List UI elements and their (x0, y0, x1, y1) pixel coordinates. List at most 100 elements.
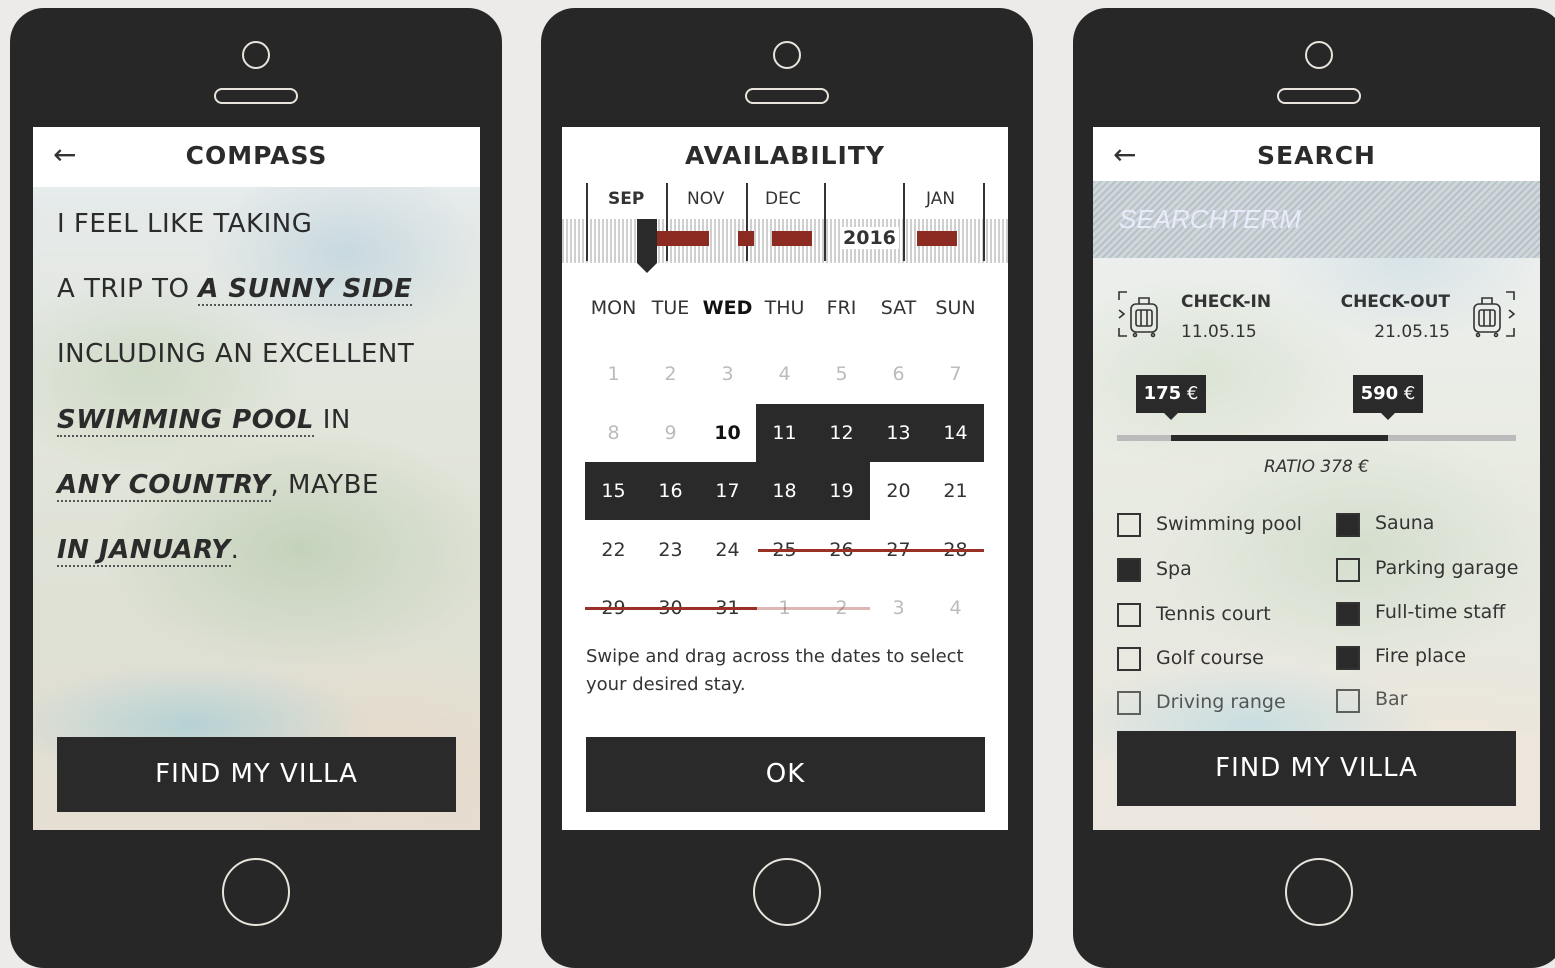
calendar-day: 5 (835, 363, 848, 385)
price-range-fill[interactable] (1171, 435, 1388, 441)
compass-line-6: IN JANUARY. (57, 535, 240, 567)
calendar-day: 3 (892, 597, 905, 619)
checkbox-label: Fire place (1375, 645, 1467, 667)
search-input[interactable] (1117, 203, 1461, 236)
checkbox-tennis-court[interactable] (1117, 603, 1141, 627)
calendar-day-selected[interactable]: 14 (927, 404, 984, 462)
weekday-label: SAT (880, 297, 917, 319)
checkbox-bar[interactable] (1336, 689, 1360, 713)
destination-selector[interactable]: A SUNNY SIDE (198, 274, 413, 306)
camera-icon (242, 41, 270, 69)
availability-bar (917, 231, 957, 246)
calendar-day-selected[interactable]: 15 (585, 462, 642, 520)
calendar-day: 2 (664, 363, 677, 385)
weekday-label: TUE (651, 297, 690, 319)
camera-icon (1305, 41, 1333, 69)
calendar-day[interactable]: 20 (870, 462, 927, 520)
page-title: AVAILABILITY (685, 141, 885, 170)
checkbox-label: Sauna (1375, 512, 1435, 534)
price-ratio: RATIO 378 € (1263, 457, 1370, 477)
checkbox-golf-course[interactable] (1117, 647, 1141, 671)
weekday-label: WED (702, 297, 753, 319)
calendar-day-selected[interactable]: 13 (870, 404, 927, 462)
checkbox-parking-garage[interactable] (1336, 558, 1360, 582)
calendar-day[interactable]: 22 (585, 521, 642, 579)
month-label[interactable]: JAN (926, 189, 955, 209)
calendar-day-selected[interactable]: 17 (699, 462, 756, 520)
find-my-villa-button[interactable]: FIND MY VILLA (1117, 731, 1516, 806)
month-label[interactable]: NOV (687, 189, 724, 209)
weekday-label: MON (590, 297, 637, 319)
home-button[interactable] (1285, 858, 1353, 926)
month-label[interactable]: SEP (608, 189, 644, 209)
search-bar (1093, 181, 1540, 258)
page-title: COMPASS (185, 141, 328, 170)
year-label: 2016 (840, 227, 899, 249)
checkbox-label: Spa (1156, 558, 1192, 580)
calendar-day: 6 (892, 363, 905, 385)
compass-line-3: INCLUDING AN EXCELLENT (57, 339, 415, 369)
country-selector[interactable]: ANY COUNTRY (57, 470, 271, 502)
checkin-label: CHECK-IN (1181, 292, 1272, 312)
amenity-selector[interactable]: SWIMMING POOL (57, 405, 314, 437)
checkout-label: CHECK-OUT (1340, 292, 1450, 312)
checkbox-label: Parking garage (1375, 557, 1519, 579)
ok-button[interactable]: OK (586, 737, 985, 812)
calendar-day[interactable]: 24 (699, 521, 756, 579)
checkbox-swimming-pool[interactable] (1117, 513, 1141, 537)
month-label[interactable]: DEC (765, 189, 801, 209)
page-title: SEARCH (1257, 141, 1376, 170)
weekday-label: SUN (935, 297, 976, 319)
checkbox-sauna[interactable] (1336, 513, 1360, 537)
calendar-day-selected[interactable]: 11 (756, 404, 813, 462)
compass-line-5: ANY COUNTRY, MAYBE (57, 470, 379, 502)
calendar-day: 9 (664, 422, 677, 444)
unavailable-strike (757, 607, 870, 610)
checkin-date[interactable]: 11.05.15 (1181, 322, 1257, 342)
phone-availability: AVAILABILITY SEP NOV DEC 2016 JAN MON TU… (541, 8, 1033, 968)
calendar-day: 8 (607, 422, 620, 444)
calendar-day-selected[interactable]: 19 (813, 462, 870, 520)
calendar-day-selected[interactable]: 18 (756, 462, 813, 520)
calendar-day-today[interactable]: 10 (699, 404, 756, 462)
availability-bar (657, 231, 709, 246)
checkbox-label: Golf course (1156, 647, 1264, 669)
unavailable-strike (758, 549, 984, 552)
luggage-checkout-icon[interactable] (1468, 290, 1516, 338)
speaker-icon (1277, 88, 1361, 104)
home-button[interactable] (222, 858, 290, 926)
weekday-label: THU (764, 297, 805, 319)
checkbox-label: Swimming pool (1156, 513, 1302, 535)
find-my-villa-button[interactable]: FIND MY VILLA (57, 737, 456, 812)
calendar-day-selected[interactable]: 16 (642, 462, 699, 520)
checkbox-label: Full-time staff (1375, 601, 1506, 623)
instruction-text: Swipe and drag across the dates to selec… (586, 646, 964, 695)
luggage-checkin-icon[interactable] (1117, 290, 1165, 338)
calendar-day: 3 (721, 363, 734, 385)
availability-screen: AVAILABILITY SEP NOV DEC 2016 JAN MON TU… (562, 127, 1008, 830)
calendar-day: 7 (949, 363, 962, 385)
camera-icon (773, 41, 801, 69)
calendar-day[interactable]: 23 (642, 521, 699, 579)
calendar-day[interactable]: 21 (927, 462, 984, 520)
compass-line-4: SWIMMING POOL IN (57, 405, 351, 437)
timeline-handle[interactable] (637, 219, 657, 273)
speaker-icon (214, 88, 298, 104)
month-selector[interactable]: IN JANUARY (57, 535, 231, 567)
phone-search: ← SEARCH CHECK-IN 11.05.15 CHECK-OUT 21.… (1073, 8, 1555, 968)
calendar-day: 4 (949, 597, 962, 619)
home-button[interactable] (753, 858, 821, 926)
checkbox-full-time-staff[interactable] (1336, 602, 1360, 626)
search-header: ← SEARCH (1093, 127, 1540, 187)
calendar-day-selected[interactable]: 12 (813, 404, 870, 462)
compass-line-2: A TRIP TO A SUNNY SIDE (57, 274, 413, 306)
availability-bar (738, 231, 754, 246)
unavailable-strike (585, 607, 757, 610)
checkbox-driving-range[interactable] (1117, 691, 1141, 715)
weekday-label: FRI (826, 297, 857, 319)
compass-line-1: I FEEL LIKE TAKING (57, 209, 313, 239)
checkout-date[interactable]: 21.05.15 (1374, 322, 1450, 342)
checkbox-fire-place[interactable] (1336, 646, 1360, 670)
checkbox-spa[interactable] (1117, 558, 1141, 582)
checkbox-label: Tennis court (1156, 603, 1271, 625)
